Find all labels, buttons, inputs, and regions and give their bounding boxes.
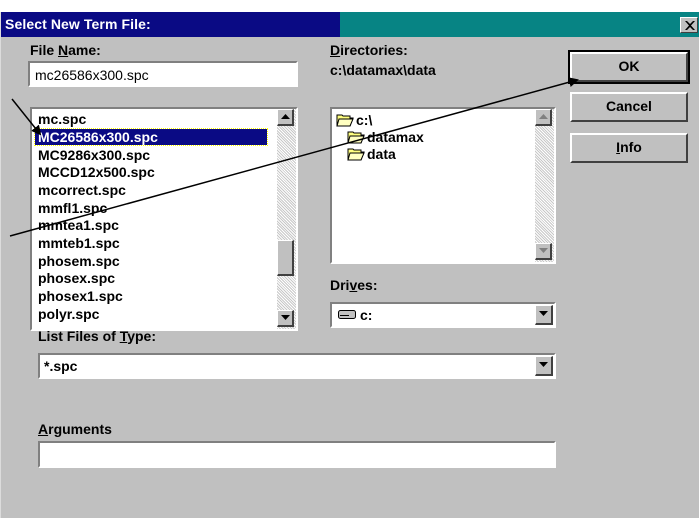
arguments-label: Arguments — [38, 421, 112, 437]
dialog-title: Select New Term File: — [5, 16, 151, 32]
title-bar-gradient — [340, 12, 699, 37]
chevron-down-icon — [539, 311, 548, 316]
down-arrow-icon — [281, 315, 290, 320]
file-list-item[interactable]: polyr.spc — [35, 306, 267, 322]
chevron-down-icon — [539, 362, 548, 367]
directory-item-root[interactable]: c:\ — [356, 112, 372, 128]
file-list-item-selected[interactable]: MC26586x300.spc — [34, 128, 268, 146]
file-list-scrollbar[interactable] — [277, 109, 296, 329]
info-button[interactable]: Info — [570, 133, 688, 163]
drives-label: Drives: — [330, 277, 378, 293]
file-type-dropdown-button[interactable] — [535, 356, 553, 376]
scroll-down-button[interactable] — [277, 310, 294, 327]
drive-icon — [338, 310, 356, 319]
file-name-label: File Name: — [30, 42, 101, 58]
close-button[interactable] — [680, 17, 698, 33]
close-icon — [685, 21, 695, 30]
select-term-file-dialog: Select New Term File: File Name: mc26586… — [0, 12, 699, 518]
down-arrow-icon — [539, 248, 548, 253]
up-arrow-icon — [281, 114, 290, 119]
directory-item-datamax[interactable]: datamax — [367, 129, 424, 145]
scroll-up-button[interactable] — [277, 109, 294, 126]
open-folder-icon — [347, 131, 365, 144]
drives-value: c: — [360, 307, 373, 323]
cancel-button[interactable]: Cancel — [570, 92, 688, 122]
file-list-item[interactable]: mmtea1.spc — [35, 217, 267, 233]
open-folder-icon — [347, 148, 365, 161]
file-type-value: *.spc — [44, 358, 78, 374]
file-list-item[interactable]: phosem.spc — [35, 253, 267, 269]
dir-scroll-up-button[interactable] — [535, 109, 552, 126]
file-list-item[interactable]: phosex1.spc — [35, 288, 267, 304]
arguments-input[interactable] — [38, 441, 556, 468]
dir-scroll-down-button[interactable] — [535, 243, 552, 260]
file-list-item[interactable]: mmteb1.spc — [35, 235, 267, 251]
file-type-label: List Files of Type: — [38, 328, 156, 344]
scroll-thumb[interactable] — [277, 240, 294, 276]
file-list-item[interactable]: MC9286x300.spc — [35, 147, 267, 163]
file-list-item[interactable]: mc.spc — [35, 111, 267, 127]
directory-list[interactable]: c:\ datamax data — [330, 107, 556, 264]
directories-label: Directories: — [330, 42, 408, 58]
file-list-item[interactable]: MCCD12x500.spc — [35, 164, 267, 180]
open-folder-icon — [336, 114, 354, 127]
file-name-value: mc26586x300.spc — [35, 67, 149, 83]
file-list-item[interactable]: phosex.spc — [35, 270, 267, 286]
file-name-input[interactable]: mc26586x300.spc — [28, 61, 298, 87]
current-directory: c:\datamax\data — [330, 62, 436, 78]
title-bar[interactable]: Select New Term File: — [1, 12, 699, 37]
ok-button[interactable]: OK — [568, 50, 690, 84]
drives-dropdown[interactable]: c: — [330, 302, 556, 328]
file-list-item[interactable]: mcorrect.spc — [35, 182, 267, 198]
up-arrow-icon — [539, 114, 548, 119]
directory-scrollbar[interactable] — [535, 109, 554, 262]
drives-dropdown-button[interactable] — [535, 305, 553, 325]
file-type-dropdown[interactable]: *.spc — [38, 353, 556, 379]
file-list[interactable]: mc.spc MC26586x300.spc MC9286x300.spc MCCD1… — [30, 107, 298, 331]
file-list-item[interactable]: mmfl1.spc — [35, 200, 267, 216]
directory-item-data[interactable]: data — [367, 146, 396, 162]
